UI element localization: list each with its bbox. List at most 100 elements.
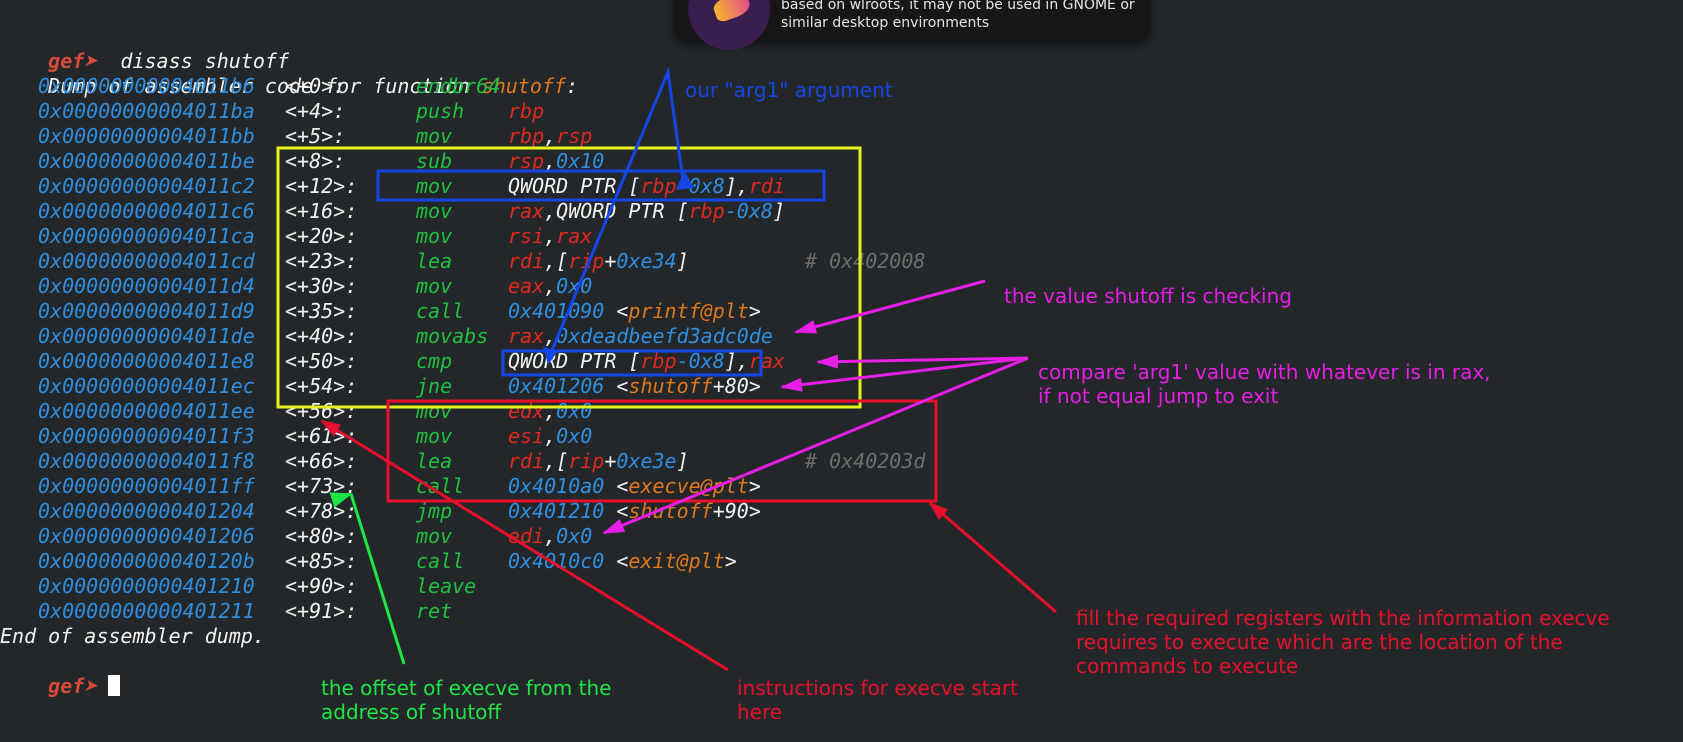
instruction-mnemonic: ret (416, 599, 453, 623)
annotation-fill-registers: fill the required registers with the inf… (1076, 606, 1610, 678)
instruction-operands: rbp (508, 99, 544, 124)
instruction-operands: rsi,rax (508, 224, 592, 249)
instruction-operands: 0x401210 <shutoff+90> (508, 499, 761, 524)
desktop-notification[interactable]: based on wlroots, it may not be used in … (674, 0, 1150, 50)
operand-fn: shutoff (628, 374, 713, 398)
instruction-mnemonic: mov (416, 274, 453, 298)
operand-reg: edi (508, 524, 545, 548)
instruction-offset: <+80>: (285, 524, 358, 548)
instruction-offset: <+56>: (285, 399, 358, 423)
annotation-arg1: our "arg1" argument (685, 78, 893, 102)
instruction-offset: <+0>: (285, 74, 346, 98)
instruction-offset: <+35>: (285, 299, 358, 323)
operand-txt: + (604, 249, 617, 273)
operand-txt: ,[ (544, 449, 569, 473)
operand-num: -0x8 (676, 349, 725, 373)
instruction-address: 0x00000000004011c6 (38, 199, 255, 223)
instruction-mnemonic: mov (416, 524, 453, 548)
instruction-operands: 0x4010c0 <exit@plt> (508, 549, 737, 574)
instruction-mnemonic: jne (416, 374, 453, 398)
annotation-execve-start: instructions for execve start here (737, 676, 1018, 724)
instruction-mnemonic: call (416, 474, 465, 498)
operand-num: 0x0 (556, 524, 593, 548)
instruction-operands: rdi,[rip+0xe34] (508, 249, 689, 274)
operand-num: -0x8 (676, 174, 725, 198)
operand-txt: +80> (712, 374, 761, 398)
dump-footer: End of assembler dump. (0, 624, 265, 648)
prompt-line-current[interactable]: gef➤ (0, 649, 121, 698)
operand-reg: edx (508, 399, 545, 423)
instruction-mnemonic: mov (416, 124, 453, 148)
operand-txt: , (544, 424, 557, 448)
operand-reg: rax (748, 349, 785, 373)
instruction-address: 0x00000000004011d4 (38, 274, 255, 298)
operand-fn: execve@plt (628, 474, 749, 498)
instruction-operands: QWORD PTR [rbp-0x8],rax (508, 349, 785, 374)
instruction-operands: esi,0x0 (508, 424, 592, 449)
operand-txt: < (604, 499, 629, 523)
instruction-comment: # 0x40203d (805, 449, 926, 473)
instruction-offset: <+4>: (285, 99, 346, 123)
operand-txt: , (544, 399, 557, 423)
instruction-mnemonic: mov (416, 424, 453, 448)
instruction-mnemonic: cmp (416, 349, 453, 373)
instruction-offset: <+73>: (285, 474, 358, 498)
operand-num: 0xdeadbeefd3adc0de (556, 324, 773, 348)
instruction-offset: <+5>: (285, 124, 346, 148)
instruction-address: 0x00000000004011bb (38, 124, 255, 148)
instruction-offset: <+23>: (285, 249, 358, 273)
instruction-address: 0x00000000004011f3 (38, 424, 255, 448)
instruction-address: 0x00000000004011be (38, 149, 255, 173)
operand-reg: rbp (508, 124, 545, 148)
instruction-mnemonic: lea (416, 449, 453, 473)
instruction-mnemonic: call (416, 299, 465, 323)
instruction-operands: 0x401090 <printf@plt> (508, 299, 761, 324)
operand-txt: QWORD PTR [ (508, 174, 641, 198)
instruction-operands: edx,0x0 (508, 399, 592, 424)
instruction-mnemonic: mov (416, 199, 453, 223)
operand-reg: rbp (640, 349, 677, 373)
instruction-mnemonic: leave (416, 574, 477, 598)
instruction-address: 0x00000000004011b6 (38, 74, 255, 98)
instruction-operands: eax,0x0 (508, 274, 592, 299)
operand-reg: rsp (556, 124, 593, 148)
operand-txt: , (544, 524, 557, 548)
instruction-operands: edi,0x0 (508, 524, 592, 549)
operand-num: 0x4010a0 (508, 474, 605, 498)
operand-txt: ], (724, 349, 749, 373)
operand-txt: ] (676, 449, 689, 473)
operand-txt: ,QWORD PTR [ (544, 199, 689, 223)
instruction-offset: <+61>: (285, 424, 358, 448)
instruction-comment: # 0x402008 (805, 249, 926, 273)
instruction-operands: 0x401206 <shutoff+80> (508, 374, 761, 399)
operand-txt: + (604, 449, 617, 473)
operand-txt: < (604, 549, 629, 573)
instruction-mnemonic: push (416, 99, 465, 123)
instruction-offset: <+66>: (285, 449, 358, 473)
instruction-address: 0x0000000000401204 (38, 499, 255, 523)
operand-txt: > (724, 549, 737, 573)
operand-txt: > (748, 474, 761, 498)
instruction-address: 0x0000000000401206 (38, 524, 255, 548)
instruction-address: 0x00000000004011e8 (38, 349, 255, 373)
instruction-offset: <+85>: (285, 549, 358, 573)
instruction-mnemonic: sub (416, 149, 453, 173)
operand-txt: < (604, 374, 629, 398)
instruction-address: 0x00000000004011ba (38, 99, 255, 123)
operand-txt: +90> (712, 499, 761, 523)
operand-reg: rdi (508, 249, 545, 273)
instruction-operands: rbp,rsp (508, 124, 592, 149)
instruction-mnemonic: mov (416, 174, 453, 198)
instruction-operands: rax,0xdeadbeefd3adc0de (508, 324, 773, 349)
dump-header: Dump of assembler code for function shut… (0, 49, 578, 98)
instruction-offset: <+20>: (285, 224, 358, 248)
instruction-mnemonic: endbr64 (416, 74, 501, 98)
instruction-address: 0x00000000004011de (38, 324, 255, 348)
instruction-offset: <+91>: (285, 599, 358, 623)
operand-reg: rip (568, 449, 605, 473)
operand-txt: < (604, 299, 629, 323)
instruction-address: 0x00000000004011cd (38, 249, 255, 273)
instruction-offset: <+12>: (285, 174, 358, 198)
operand-num: -0x8 (724, 199, 773, 223)
operand-num: 0x401206 (508, 374, 605, 398)
